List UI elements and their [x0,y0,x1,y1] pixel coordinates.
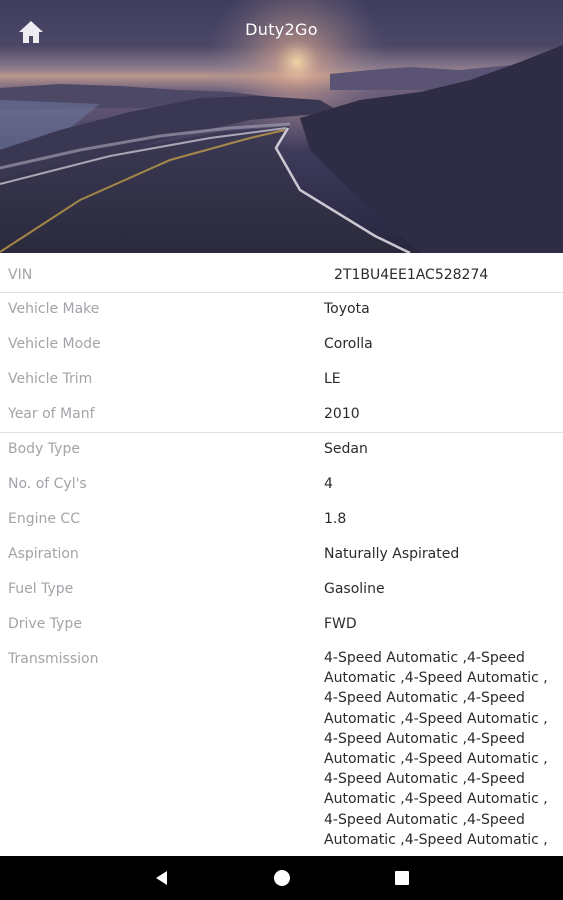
detail-row-aspiration: Aspiration Naturally Aspirated [0,538,563,573]
detail-label: Year of Manf [8,406,95,422]
detail-label: Fuel Type [8,581,74,597]
detail-label: Drive Type [8,616,82,632]
detail-label: Vehicle Make [8,301,100,317]
detail-value: Corolla [324,336,373,352]
vehicle-details-list: VIN 2T1BU4EE1AC528274 Vehicle Make Toyot… [0,255,563,855]
detail-value: Gasoline [324,581,385,597]
header-image: Duty2Go [0,0,563,253]
detail-row-model: Vehicle Mode Corolla [0,328,563,363]
detail-value: Sedan [324,441,368,457]
detail-row-cylinders: No. of Cyl's 4 [0,468,563,503]
recents-square-icon [395,871,409,885]
detail-label: Engine CC [8,511,80,527]
detail-value: 2010 [324,406,360,422]
detail-label: Body Type [8,441,80,457]
detail-value: 4 [324,476,333,492]
detail-row-drive-type: Drive Type FWD [0,608,563,643]
detail-value: Toyota [324,301,370,317]
detail-value: Naturally Aspirated [324,546,460,562]
home-nav-button[interactable] [272,868,292,888]
home-circle-icon [274,870,290,886]
detail-label: Vehicle Mode [8,336,101,352]
recents-button[interactable] [392,868,412,888]
detail-value: LE [324,371,341,387]
back-triangle-icon [156,871,167,885]
back-button[interactable] [152,868,172,888]
detail-row-body-type: Body Type Sedan [0,433,563,468]
detail-row-year: Year of Manf 2010 [0,398,563,433]
detail-label: Transmission [8,651,99,667]
detail-label: Aspiration [8,546,79,562]
detail-label: VIN [8,267,33,283]
detail-value: 2T1BU4EE1AC528274 [334,267,489,283]
detail-row-trim: Vehicle Trim LE [0,363,563,398]
detail-value: 4-Speed Automatic ,4-Speed Automatic ,4-… [324,650,548,848]
detail-row-engine-cc: Engine CC 1.8 [0,503,563,538]
system-navigation-bar [0,856,563,900]
detail-row-fuel-type: Fuel Type Gasoline [0,573,563,608]
app-title: Duty2Go [245,20,318,39]
detail-value: 1.8 [324,511,347,527]
detail-value: FWD [324,616,357,632]
detail-row-vin: VIN 2T1BU4EE1AC528274 [0,255,563,293]
detail-row-transmission: Transmission 4-Speed Automatic ,4-Speed … [0,643,563,850]
detail-row-make: Vehicle Make Toyota [0,293,563,328]
detail-label: No. of Cyl's [8,476,87,492]
detail-label: Vehicle Trim [8,371,93,387]
